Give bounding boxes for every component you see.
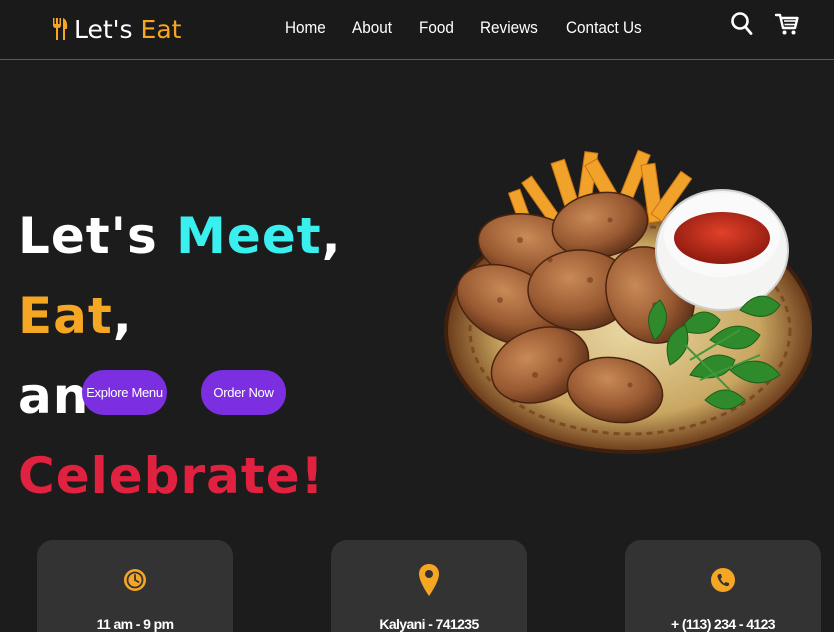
hero-word-celebrate: Celebrate! — [18, 447, 325, 505]
cart-icon — [774, 13, 799, 35]
site-header: Let's Eat Home About Food Reviews Contac… — [0, 0, 834, 60]
hero-title: Let's Meet, Eat, and Celebrate! — [18, 196, 438, 516]
hero-comma: , — [321, 207, 342, 265]
cart-button[interactable] — [774, 10, 800, 38]
hero-word-eat: Eat — [18, 287, 113, 345]
phone-text: + (113) 234 - 4123 — [670, 616, 776, 632]
logo-text-eat: Eat — [140, 14, 182, 44]
food-image — [444, 149, 812, 454]
location-pin-icon — [415, 562, 443, 598]
logo[interactable]: Let's Eat — [52, 12, 181, 46]
logo-text: Let's Eat — [74, 15, 181, 44]
order-now-button[interactable]: Order Now — [201, 370, 286, 415]
main-nav: Home About Food Reviews Contact Us — [285, 18, 650, 38]
hero-comma: , — [112, 287, 133, 345]
nav-home[interactable]: Home — [285, 18, 326, 38]
fork-knife-icon — [53, 18, 68, 40]
search-button[interactable] — [729, 10, 755, 38]
phone-icon — [709, 562, 737, 598]
nav-food[interactable]: Food — [419, 18, 454, 38]
hours-text: 11 am - 9 pm — [96, 616, 174, 632]
search-icon — [731, 12, 753, 35]
location-text: Kalyani - 741235 — [379, 616, 479, 632]
logo-text-lets: Let's — [74, 14, 133, 44]
hours-card: 11 am - 9 pm — [37, 540, 233, 632]
location-card: Kalyani - 741235 — [331, 540, 527, 632]
nav-about[interactable]: About — [352, 18, 392, 38]
clock-icon — [121, 562, 149, 598]
nav-reviews[interactable]: Reviews — [480, 18, 538, 38]
hero-word-meet: Meet — [176, 207, 322, 265]
nav-contact-us[interactable]: Contact Us — [566, 18, 642, 38]
explore-menu-button[interactable]: Explore Menu — [82, 370, 167, 415]
phone-card: + (113) 234 - 4123 — [625, 540, 821, 632]
hero-word-lets: Let's — [18, 207, 177, 265]
